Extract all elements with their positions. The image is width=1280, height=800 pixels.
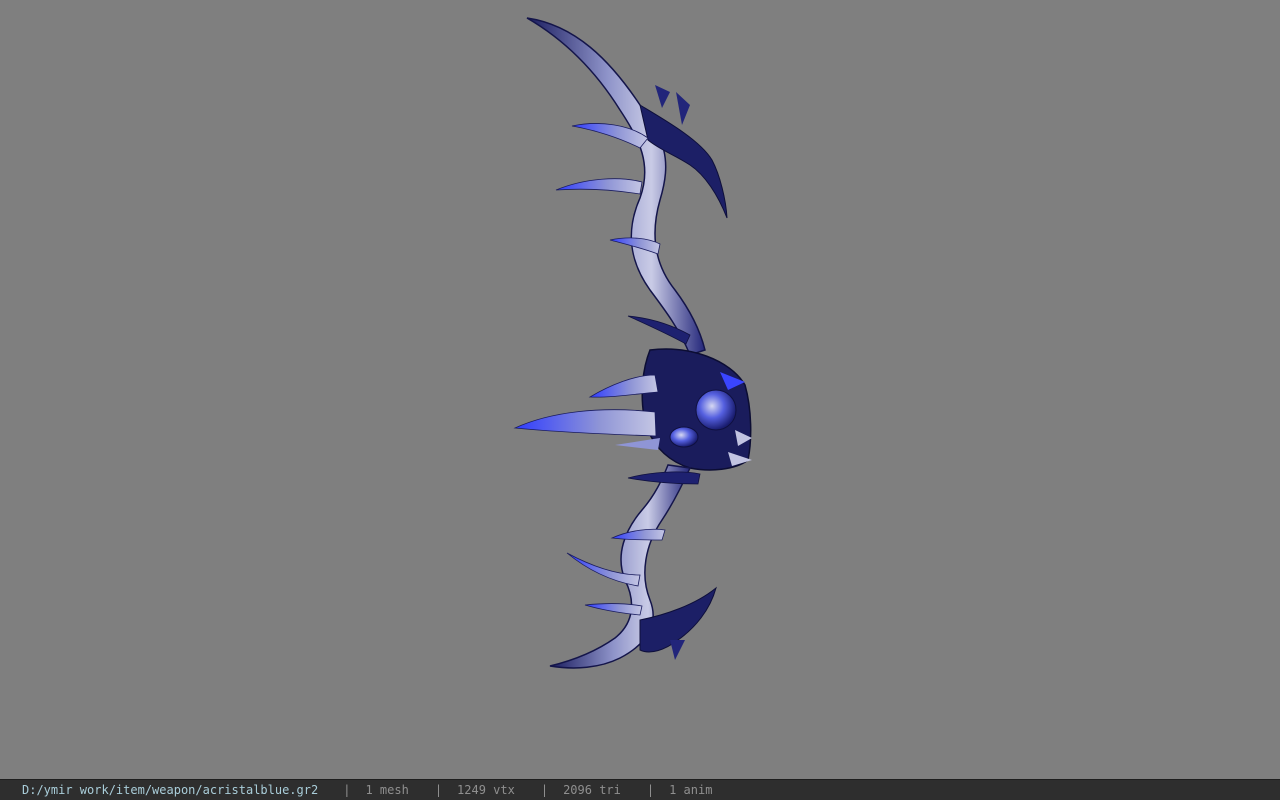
bow-model[interactable] [0, 0, 1280, 779]
bow-orb-small [669, 426, 699, 448]
triangle-count: 2096 tri [563, 783, 621, 797]
upper-spike-2 [555, 178, 643, 195]
status-bar: D:/ymir work/item/weapon/acristalblue.gr… [0, 779, 1280, 800]
center-spike-lower [513, 409, 657, 437]
lower-spike-1 [627, 471, 701, 485]
lower-spike-2 [610, 528, 666, 541]
mesh-count: 1 mesh [365, 783, 409, 797]
separator: | [343, 783, 351, 797]
lower-spike-4 [584, 603, 643, 616]
bow-orb-large [695, 389, 737, 431]
anim-count: 1 anim [669, 783, 713, 797]
separator: | [646, 783, 655, 797]
separator: | [434, 783, 443, 797]
vertex-count: 1249 vtx [457, 783, 515, 797]
file-path: D:/ymir work/item/weapon/acristalblue.gr… [22, 783, 319, 797]
3d-viewport[interactable] [0, 0, 1280, 779]
separator: | [540, 783, 549, 797]
